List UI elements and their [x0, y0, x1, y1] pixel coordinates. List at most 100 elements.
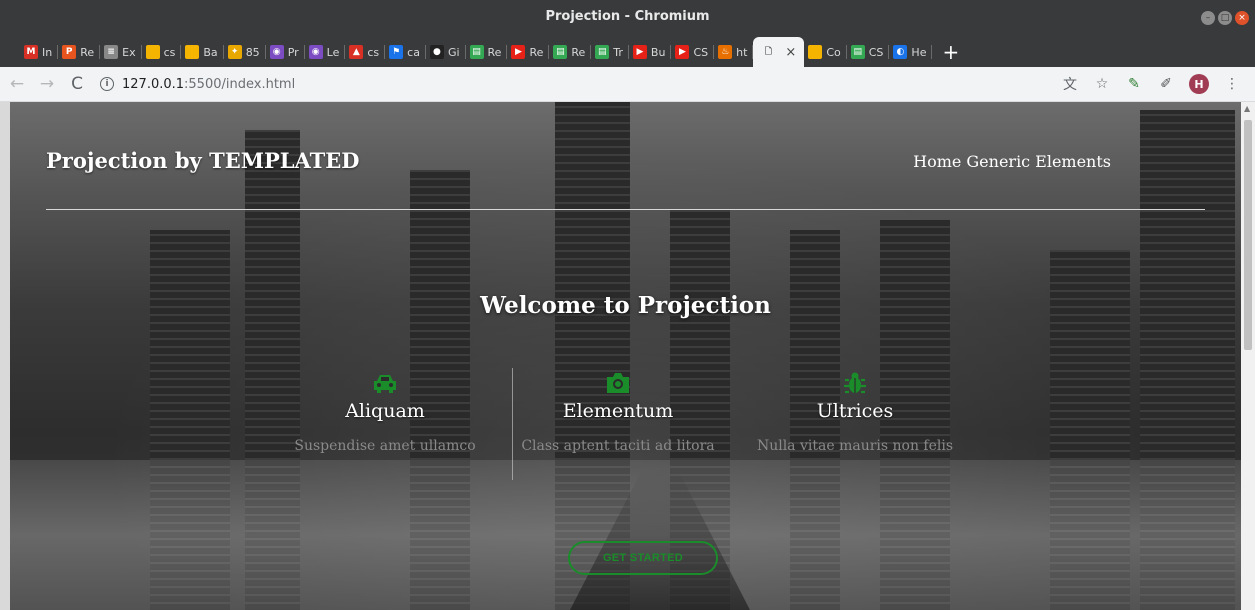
window-title: Projection - Chromium	[545, 9, 710, 24]
window-titlebar: Projection - Chromium – □ ×	[0, 0, 1255, 37]
close-tab-icon[interactable]: ×	[785, 45, 796, 60]
tab-label: In	[42, 45, 53, 59]
browser-tab[interactable]: ♨ ht	[714, 37, 754, 67]
colorwheel-icon: ◉	[308, 45, 323, 59]
tab-label: Re	[80, 45, 95, 59]
info-icon[interactable]: i	[100, 77, 114, 91]
browser-toolbar: ← → C i 127.0.0.1:5500/index.html 文 ☆ ✎ …	[0, 67, 1255, 102]
extension-feather-icon[interactable]: ✎	[1125, 75, 1143, 93]
browser-tab[interactable]: ▤ Re	[466, 37, 508, 67]
browser-tab[interactable]: M In	[20, 37, 59, 67]
page-icon: 🗋	[764, 47, 773, 57]
profile-avatar[interactable]: H	[1189, 74, 1209, 94]
mountain-icon: ▲	[349, 45, 364, 59]
minimize-button[interactable]: –	[1201, 11, 1215, 25]
menu-kebab-icon[interactable]: ⋮	[1223, 75, 1241, 93]
site-title[interactable]: Projection by TEMPLATED	[46, 148, 360, 173]
feature-name: Aliquam	[345, 400, 425, 422]
browser-tab[interactable]: Co	[804, 37, 847, 67]
browser-tab[interactable]: ◉ Pr	[266, 37, 305, 67]
camera-icon	[508, 370, 728, 396]
car-icon	[275, 370, 495, 396]
reload-button[interactable]: C	[64, 71, 90, 97]
tab-label: Tr	[613, 45, 623, 59]
feature-description: Class aptent taciti ad litora	[521, 438, 715, 454]
browser-tab[interactable]: P Re	[58, 37, 101, 67]
bookmark-star-icon[interactable]: ☆	[1093, 75, 1111, 93]
feature-name: Elementum	[562, 400, 674, 422]
youtube-icon: ▶	[632, 45, 647, 59]
page-viewport: Projection by TEMPLATED Home Generic Ele…	[10, 102, 1241, 610]
close-window-button[interactable]: ×	[1235, 11, 1249, 25]
forward-button[interactable]: →	[34, 71, 60, 97]
translate-icon[interactable]: 文	[1061, 75, 1079, 93]
browser-tab[interactable]: ▤ Tr	[591, 37, 629, 67]
github-icon: ●	[429, 45, 444, 59]
nav-elements-link[interactable]: Elements	[1035, 152, 1111, 171]
browser-tab[interactable]: Ba	[181, 37, 224, 67]
browser-tab[interactable]: ◐ He	[889, 37, 933, 67]
flag-icon: ⚑	[389, 45, 404, 59]
nav-home-link[interactable]: Home	[913, 152, 961, 171]
browser-tab[interactable]: ◉ Le	[305, 37, 346, 67]
browser-tab[interactable]: ⚑ ca	[385, 37, 426, 67]
page-scrollbar[interactable]: ▲	[1241, 102, 1255, 610]
feature-name: Ultrices	[816, 400, 894, 422]
browser-tab[interactable]: ✦ 85	[224, 37, 266, 67]
url-host: 127.0.0.1	[122, 76, 185, 92]
page-left-gutter	[0, 102, 10, 610]
tab-label: He	[911, 45, 927, 59]
browser-tab[interactable]: 🗋 ×	[753, 37, 805, 67]
url-path: :5500/index.html	[184, 76, 296, 92]
chart-icon: ▤	[850, 45, 865, 59]
arrow-left-icon: ←	[9, 74, 25, 94]
pinterest-icon: P	[62, 45, 77, 59]
site-nav: Home Generic Elements	[913, 152, 1111, 171]
new-tab-button[interactable]: +	[932, 37, 969, 67]
feature-ultrices: Ultrices Nulla vitae mauris non felis	[745, 370, 965, 454]
list-icon: ≡	[104, 45, 119, 59]
tab-label: Bu	[650, 45, 666, 59]
java-icon: ♨	[718, 45, 733, 59]
browser-tab[interactable]: ▶ Bu	[629, 37, 672, 67]
tab-label: ht	[736, 45, 748, 59]
bug-icon	[745, 370, 965, 396]
window-controls: – □ ×	[1201, 11, 1249, 25]
tab-label: Re	[487, 45, 502, 59]
feature-description: Suspendise amet ullamco	[294, 438, 476, 454]
feature-elementum: Elementum Class aptent taciti ad litora	[508, 370, 728, 454]
tab-label: 85	[245, 45, 260, 59]
get-started-button[interactable]: GET STARTED	[568, 541, 718, 575]
browser-tab[interactable]: ▤ Re	[549, 37, 592, 67]
tab-label: Ba	[203, 45, 218, 59]
address-bar[interactable]: i 127.0.0.1:5500/index.html	[100, 71, 1061, 97]
tab-label: Ex	[122, 45, 136, 59]
scroll-up-icon[interactable]: ▲	[1244, 104, 1250, 113]
browser-tab[interactable]: ▲ cs	[345, 37, 385, 67]
chart-icon: ▤	[595, 45, 610, 59]
browser-tab[interactable]: ▶ Re	[507, 37, 550, 67]
browser-tab[interactable]: ≡ Ex	[100, 37, 142, 67]
browser-tab[interactable]: ● Gi	[426, 37, 466, 67]
youtube-icon: ▶	[511, 45, 526, 59]
tab-label: CS	[693, 45, 709, 59]
youtube-icon: ▶	[675, 45, 690, 59]
back-button[interactable]: ←	[4, 71, 30, 97]
feature-aliquam: Aliquam Suspendise amet ullamco	[275, 370, 495, 454]
browser-tab[interactable]: cs	[142, 37, 182, 67]
extension-eyedropper-icon[interactable]: ✐	[1157, 75, 1175, 93]
browser-tab[interactable]: ▶ CS	[671, 37, 714, 67]
tab-label: Co	[826, 45, 841, 59]
chart-icon: ▤	[553, 45, 568, 59]
nav-generic-link[interactable]: Generic	[966, 152, 1030, 171]
tab-label: cs	[367, 45, 380, 59]
tab-label: ca	[407, 45, 420, 59]
scrollbar-thumb[interactable]	[1244, 120, 1252, 350]
slides-icon	[145, 45, 160, 59]
maximize-button[interactable]: □	[1218, 11, 1232, 25]
slides-icon	[185, 45, 200, 59]
reload-icon: C	[71, 74, 83, 94]
browser-tab[interactable]: ▤ CS	[847, 37, 890, 67]
colorwheel-icon: ◐	[893, 45, 908, 59]
hero-title: Welcome to Projection	[480, 292, 771, 319]
